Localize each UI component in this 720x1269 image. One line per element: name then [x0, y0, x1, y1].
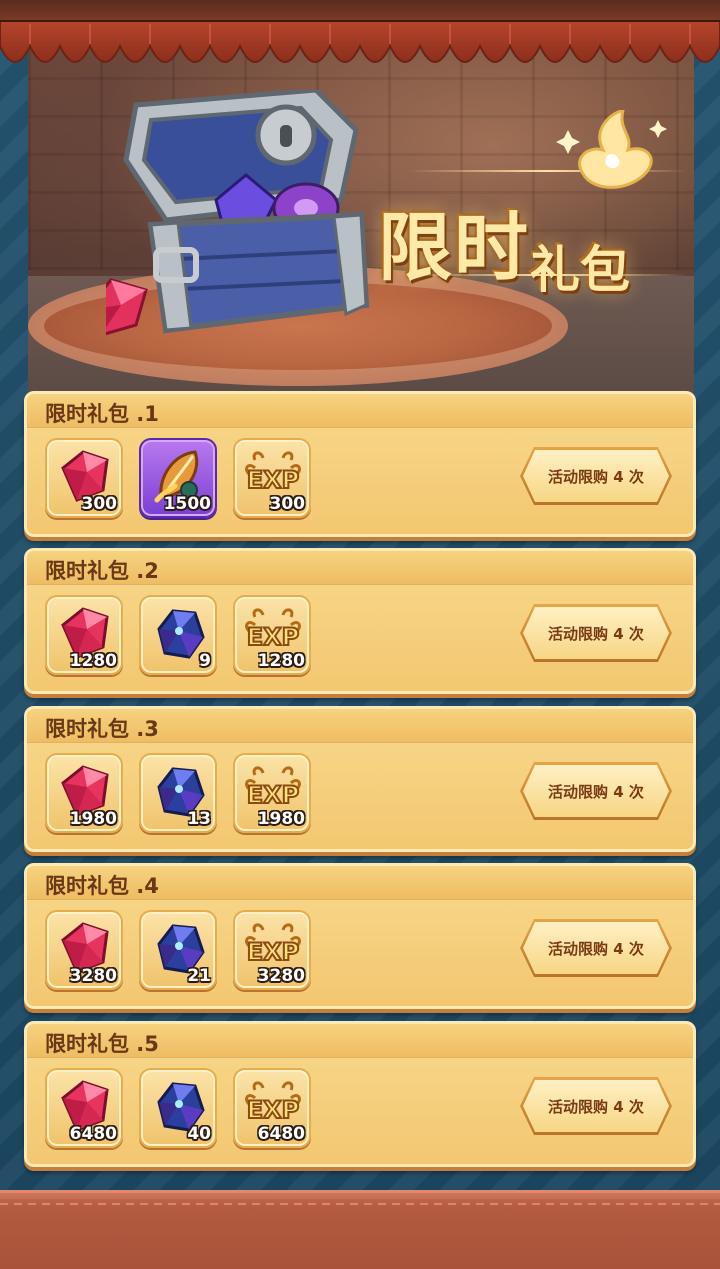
purchase-limit-button[interactable]: 活动限购 4 次	[523, 450, 669, 502]
reward-quantity: 40	[187, 1124, 211, 1144]
reward-slot[interactable]: 300	[45, 438, 123, 518]
reward-slot[interactable]: EXP 6480	[233, 1068, 311, 1148]
reward-slot[interactable]: EXP 1280	[233, 595, 311, 675]
svg-text:EXP: EXP	[247, 466, 300, 494]
pack-title: 限时礼包 .5	[45, 1032, 159, 1056]
reward-slot[interactable]: 9	[139, 595, 217, 675]
reward-quantity: 9	[199, 651, 211, 671]
purchase-limit-label: 活动限购 4 次	[548, 624, 644, 643]
banner-title: 限时礼包	[378, 188, 630, 299]
title-line-bottom	[408, 274, 688, 276]
svg-text:EXP: EXP	[247, 781, 300, 809]
svg-text:EXP: EXP	[247, 623, 300, 651]
pack-title: 限时礼包 .3	[45, 717, 159, 741]
reward-slot[interactable]: 1500	[139, 438, 217, 518]
purchase-limit-label: 活动限购 4 次	[548, 467, 644, 486]
svg-text:EXP: EXP	[247, 1096, 300, 1124]
reward-slot[interactable]: 13	[139, 753, 217, 833]
pack-title: 限时礼包 .1	[45, 402, 159, 426]
purchase-limit-button[interactable]: 活动限购 4 次	[523, 607, 669, 659]
reward-quantity: 3280	[69, 966, 117, 986]
reward-quantity: 1280	[257, 651, 305, 671]
reward-slot[interactable]: 6480	[45, 1068, 123, 1148]
event-banner: 限时礼包	[28, 40, 694, 396]
pack-title: 限时礼包 .4	[45, 874, 159, 898]
reward-quantity: 1980	[257, 809, 305, 829]
top-beam	[0, 0, 720, 22]
reward-quantity: 6480	[257, 1124, 305, 1144]
reward-slot[interactable]: EXP 3280	[233, 910, 311, 990]
purchase-limit-label: 活动限购 4 次	[548, 939, 644, 958]
reward-quantity: 3280	[257, 966, 305, 986]
banner-title-small: 礼包	[530, 241, 630, 299]
svg-text:EXP: EXP	[247, 938, 300, 966]
purchase-limit-label: 活动限购 4 次	[548, 782, 644, 801]
reward-quantity: 6480	[69, 1124, 117, 1144]
reward-slot[interactable]: 3280	[45, 910, 123, 990]
banner-title-big: 限时	[378, 205, 530, 291]
purchase-limit-button[interactable]: 活动限购 4 次	[523, 765, 669, 817]
gift-pack-card-5: 限时礼包 .5 6480 40 EXP 6480 活动限购 4 次	[24, 1021, 696, 1167]
reward-quantity: 300	[269, 494, 306, 514]
reward-slot[interactable]: 21	[139, 910, 217, 990]
reward-slot[interactable]: 1280	[45, 595, 123, 675]
purchase-limit-label: 活动限购 4 次	[548, 1097, 644, 1116]
reward-quantity: 1500	[163, 494, 211, 514]
purchase-limit-button[interactable]: 活动限购 4 次	[523, 922, 669, 974]
curtain-valance	[0, 20, 720, 63]
reward-quantity: 13	[187, 809, 211, 829]
purchase-limit-button[interactable]: 活动限购 4 次	[523, 1080, 669, 1132]
reward-slot[interactable]: 40	[139, 1068, 217, 1148]
treasure-chest-icon	[106, 90, 370, 336]
gift-pack-card-4: 限时礼包 .4 3280 21 EXP 3280 活动限购 4 次	[24, 863, 696, 1009]
bottom-bar	[0, 1190, 720, 1269]
golden-flame-ornament-icon	[556, 110, 667, 189]
gift-pack-card-3: 限时礼包 .3 1980 13 EXP 1980 活动限购 4 次	[24, 706, 696, 852]
gift-pack-card-2: 限时礼包 .2 1280 9 EXP 1280 活动限购 4 次	[24, 548, 696, 694]
reward-slot[interactable]: EXP 1980	[233, 753, 311, 833]
reward-quantity: 300	[81, 494, 118, 514]
reward-slot[interactable]: EXP 300	[233, 438, 311, 518]
reward-quantity: 1980	[69, 809, 117, 829]
gift-pack-card-1: 限时礼包 .1 300 1500 EXP 300 活动限购 4 次	[24, 391, 696, 537]
reward-quantity: 21	[187, 966, 211, 986]
reward-quantity: 1280	[69, 651, 117, 671]
pack-title: 限时礼包 .2	[45, 559, 159, 583]
reward-slot[interactable]: 1980	[45, 753, 123, 833]
